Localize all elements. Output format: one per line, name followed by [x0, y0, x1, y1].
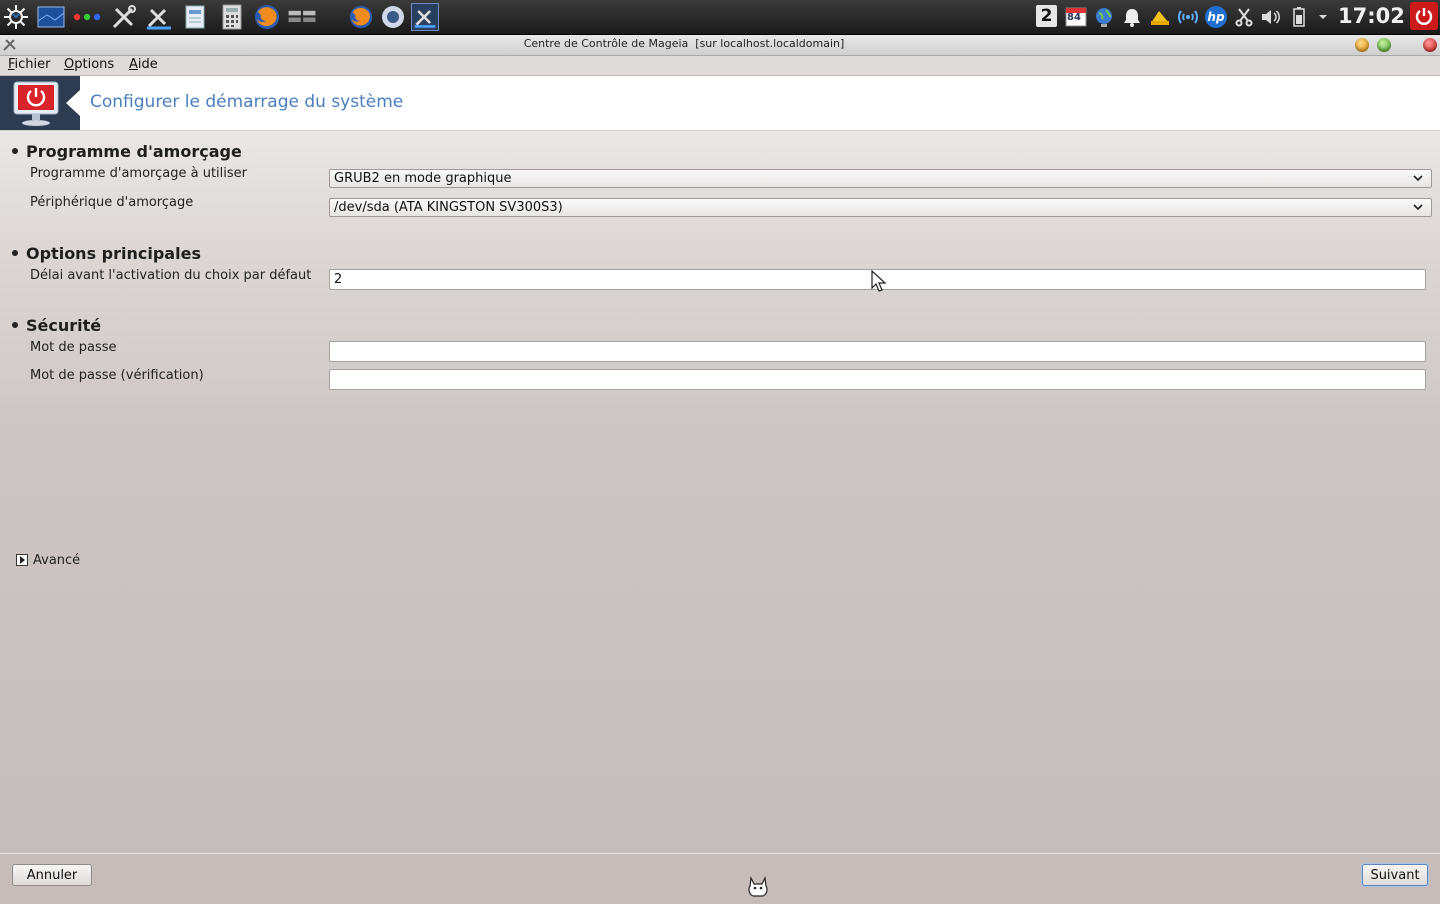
desktop-icon[interactable]	[37, 3, 65, 31]
boot-config-icon	[0, 76, 80, 130]
password-input[interactable]	[329, 341, 1426, 362]
window-title: Centre de Contrôle de Mageia [sur localh…	[523, 37, 845, 50]
menu-aide-label: ide	[137, 57, 158, 72]
menu-fichier-label: ichier	[14, 57, 51, 72]
desktop-pager[interactable]: 2	[1036, 5, 1057, 27]
mcc-icon[interactable]	[145, 3, 173, 31]
bootloader-label: Programme d'amorçage à utiliser	[30, 166, 247, 181]
globe-icon[interactable]	[1092, 5, 1116, 29]
color-dots-icon[interactable]	[73, 3, 101, 31]
volume-icon[interactable]	[1258, 5, 1282, 29]
chevron-down-icon	[1412, 200, 1424, 214]
page-header: Configurer le démarrage du système	[0, 76, 1440, 131]
network-task-icon[interactable]	[379, 3, 407, 31]
menu-options-mnemonic: O	[64, 57, 75, 72]
mcc-task-icon[interactable]	[411, 3, 439, 31]
clock[interactable]: 17:02	[1338, 3, 1406, 29]
menu-options-label: ptions	[74, 57, 115, 72]
tray-menu-icon[interactable]	[1315, 5, 1331, 29]
calculator-icon[interactable]	[218, 3, 246, 31]
expand-arrow-icon	[16, 554, 28, 566]
password-verify-input[interactable]	[329, 369, 1426, 390]
wifi-icon[interactable]	[1176, 5, 1200, 29]
bullet-icon	[12, 147, 18, 154]
scissors-icon[interactable]	[1232, 5, 1256, 29]
battery-icon[interactable]	[1287, 5, 1311, 29]
menu-aide-mnemonic: A	[129, 57, 138, 72]
calendar-badge: 84	[1067, 12, 1081, 23]
menu-fichier[interactable]: Fichier	[8, 57, 51, 72]
section-bootloader-title-text: Programme d'amorçage	[26, 142, 242, 161]
bullet-icon	[12, 321, 18, 328]
menu-aide[interactable]: Aide	[129, 57, 158, 72]
next-button[interactable]: Suivant	[1362, 864, 1428, 886]
boot-device-label: Périphérique d'amorçage	[30, 195, 194, 210]
page-title: Configurer le démarrage du système	[90, 92, 404, 112]
section-main-options-title-text: Options principales	[26, 244, 201, 263]
minimize-button[interactable]	[1355, 38, 1369, 52]
bullet-icon	[12, 249, 18, 256]
bootloader-select-value: GRUB2 en mode graphique	[334, 171, 512, 186]
bootloader-select[interactable]: GRUB2 en mode graphique	[329, 169, 1432, 188]
kde-menu-icon[interactable]	[2, 3, 30, 31]
menubar: Fichier Options Aide	[0, 56, 1440, 76]
main-content: Programme d'amorçage Programme d'amorçag…	[0, 131, 1440, 853]
maximize-button[interactable]	[1377, 38, 1391, 52]
calendar-icon[interactable]: 84	[1064, 5, 1088, 29]
window-list-icon[interactable]	[288, 3, 316, 31]
section-security-title: Sécurité	[12, 316, 101, 335]
boot-device-select-value: /dev/sda (ATA KINGSTON SV300S3)	[334, 200, 563, 215]
tools-icon[interactable]	[110, 3, 138, 31]
section-security-title-text: Sécurité	[26, 316, 102, 335]
boot-device-select[interactable]: /dev/sda (ATA KINGSTON SV300S3)	[329, 198, 1432, 217]
power-icon[interactable]	[1410, 2, 1438, 30]
window-titlebar[interactable]: Centre de Contrôle de Mageia [sur localh…	[0, 35, 1440, 56]
firefox-icon[interactable]	[253, 3, 281, 31]
password-verify-label: Mot de passe (vérification)	[30, 368, 204, 383]
section-bootloader-title: Programme d'amorçage	[12, 142, 242, 161]
bell-icon[interactable]	[1120, 5, 1144, 29]
chevron-down-icon	[1412, 171, 1424, 185]
password-label: Mot de passe	[30, 340, 117, 355]
update-icon[interactable]	[1148, 5, 1172, 29]
advanced-expander[interactable]: Avancé	[16, 552, 80, 568]
section-main-options-title: Options principales	[12, 244, 201, 263]
close-button[interactable]	[1423, 38, 1437, 52]
delay-label: Délai avant l'activation du choix par dé…	[30, 268, 312, 283]
button-bar: Annuler Suivant	[0, 853, 1440, 901]
svg-text:hp: hp	[1207, 10, 1225, 24]
hp-icon[interactable]: hp	[1204, 5, 1228, 29]
firefox-task-icon[interactable]	[347, 3, 375, 31]
advanced-label: Avancé	[33, 552, 81, 568]
menu-options[interactable]: Options	[64, 57, 114, 72]
file-manager-icon[interactable]	[181, 3, 209, 31]
mouse-cursor-icon	[870, 269, 887, 297]
top-panel: 2 84 hp 17:02	[0, 0, 1440, 35]
cancel-button[interactable]: Annuler	[12, 864, 92, 886]
